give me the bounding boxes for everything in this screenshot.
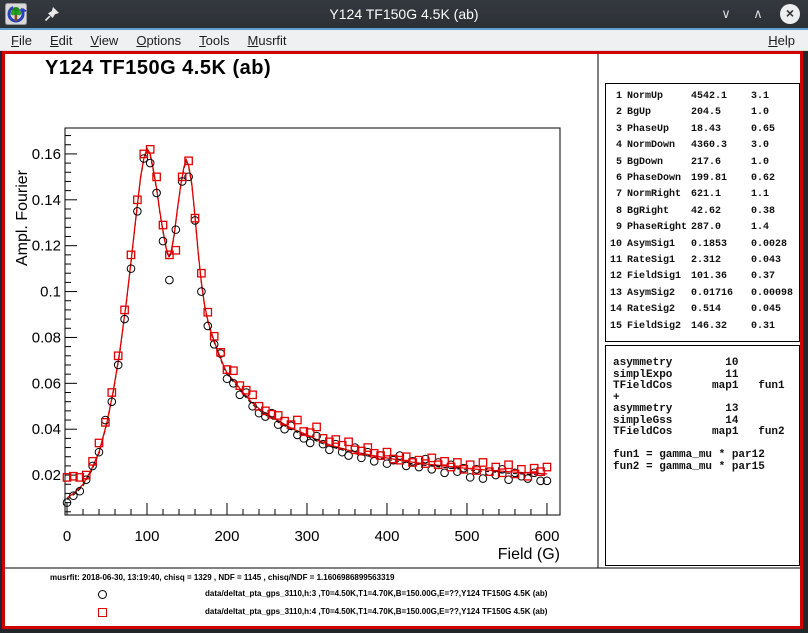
svg-text:0.12: 0.12 bbox=[32, 238, 61, 255]
legend-entry-h4: data/deltat_pta_gps_3110,h:4 ,T0=4.50K,T… bbox=[205, 607, 547, 616]
parameter-row: 6PhaseDown199.810.62 bbox=[606, 171, 799, 187]
svg-text:400: 400 bbox=[374, 528, 399, 545]
app-window: Y124 TF150G 4.5K (ab) ∨ ∧ × File Edit Vi… bbox=[0, 0, 808, 633]
legend-square-marker-icon bbox=[98, 608, 107, 617]
theory-text: asymmetry 10 simplExpo 11 TFieldCos map1… bbox=[606, 346, 799, 473]
svg-text:200: 200 bbox=[214, 528, 239, 545]
parameter-row: 9PhaseRight287.01.4 bbox=[606, 220, 799, 236]
svg-text:0: 0 bbox=[63, 528, 71, 545]
theory-box: asymmetry 10 simplExpo 11 TFieldCos map1… bbox=[605, 345, 800, 566]
svg-text:0.1: 0.1 bbox=[40, 284, 61, 301]
menu-view[interactable]: View bbox=[81, 30, 127, 51]
svg-text:Field (G): Field (G) bbox=[498, 546, 560, 563]
legend-entry-h3: data/deltat_pta_gps_3110,h:3 ,T0=4.50K,T… bbox=[205, 589, 547, 598]
parameter-row: 3PhaseUp18.430.65 bbox=[606, 122, 799, 138]
menu-help[interactable]: Help bbox=[759, 30, 804, 51]
parameter-row: 11RateSig12.3120.043 bbox=[606, 253, 799, 269]
parameter-row: 1NormUp4542.13.1 bbox=[606, 89, 799, 105]
close-button-icon[interactable]: × bbox=[780, 4, 800, 24]
svg-text:500: 500 bbox=[454, 528, 479, 545]
minimize-button-icon[interactable]: ∨ bbox=[716, 4, 736, 24]
menu-file[interactable]: File bbox=[2, 30, 41, 51]
legend-circle-marker-icon bbox=[98, 590, 107, 599]
parameter-row: 8BgRight42.620.38 bbox=[606, 204, 799, 220]
window-title: Y124 TF150G 4.5K (ab) bbox=[0, 0, 808, 28]
fit-status-line: musrfit: 2018-06-30, 13:19:40, chisq = 1… bbox=[50, 573, 394, 582]
menu-options[interactable]: Options bbox=[127, 30, 190, 51]
parameter-row: 15FieldSig2146.320.31 bbox=[606, 319, 799, 335]
svg-text:600: 600 bbox=[534, 528, 559, 545]
parameter-row: 10AsymSig10.18530.0028 bbox=[606, 237, 799, 253]
svg-text:0.08: 0.08 bbox=[32, 329, 61, 346]
parameter-row: 13AsymSig20.017160.00098 bbox=[606, 286, 799, 302]
parameter-row: 14RateSig20.5140.045 bbox=[606, 302, 799, 318]
titlebar[interactable]: Y124 TF150G 4.5K (ab) ∨ ∧ × bbox=[0, 0, 808, 28]
svg-text:0.14: 0.14 bbox=[32, 192, 61, 209]
menu-tools[interactable]: Tools bbox=[190, 30, 238, 51]
fit-parameter-box: 1NormUp4542.13.12BgUp204.51.03PhaseUp18.… bbox=[605, 83, 800, 342]
parameter-row: 7NormRight621.11.1 bbox=[606, 187, 799, 203]
svg-text:Ampl. Fourier: Ampl. Fourier bbox=[14, 169, 31, 266]
svg-text:100: 100 bbox=[134, 528, 159, 545]
parameter-row: 12FieldSig1101.360.37 bbox=[606, 269, 799, 285]
menu-musrfit[interactable]: Musrfit bbox=[239, 30, 296, 51]
root-canvas[interactable]: Y124 TF150G 4.5K (ab) 010020030040050060… bbox=[2, 51, 803, 629]
menu-edit[interactable]: Edit bbox=[41, 30, 81, 51]
maximize-button-icon[interactable]: ∧ bbox=[748, 4, 768, 24]
svg-text:0.06: 0.06 bbox=[32, 375, 61, 392]
svg-text:0.16: 0.16 bbox=[32, 146, 61, 163]
parameter-row: 4NormDown4360.33.0 bbox=[606, 138, 799, 154]
svg-text:0.04: 0.04 bbox=[32, 421, 61, 438]
parameter-row: 2BgUp204.51.0 bbox=[606, 105, 799, 121]
menubar: File Edit View Options Tools Musrfit Hel… bbox=[0, 30, 808, 51]
parameter-row: 5BgDown217.61.0 bbox=[606, 155, 799, 171]
svg-text:300: 300 bbox=[294, 528, 319, 545]
svg-text:0.02: 0.02 bbox=[32, 467, 61, 484]
